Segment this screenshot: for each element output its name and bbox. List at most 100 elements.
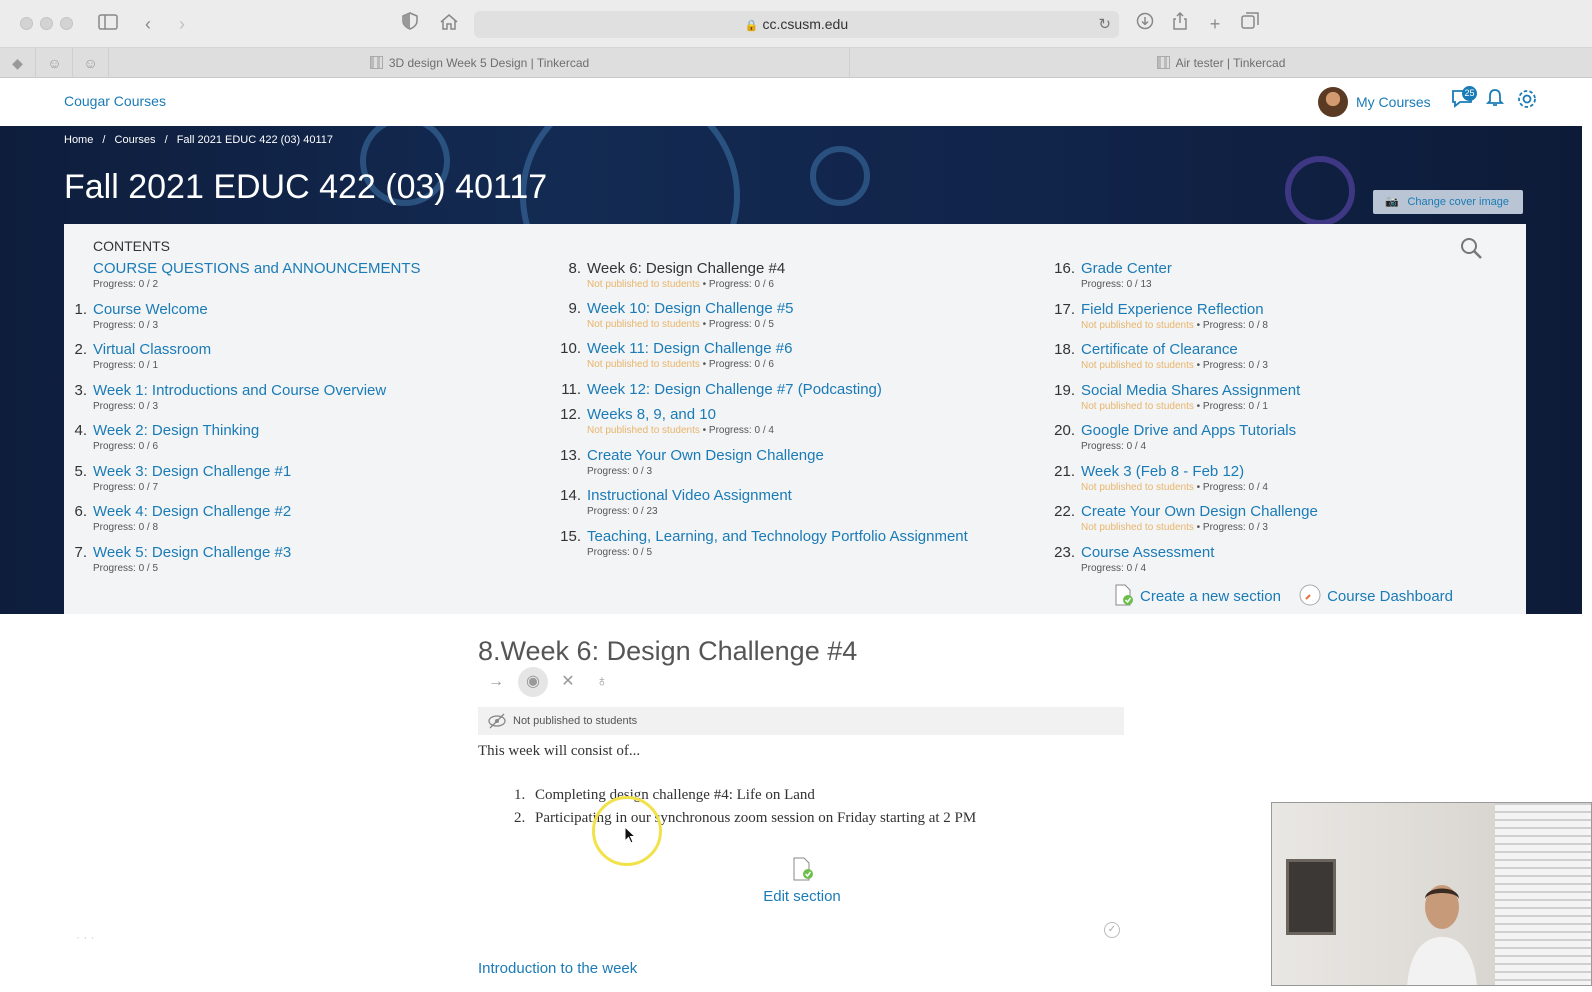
section-link[interactable]: Social Media Shares Assignment [1081, 382, 1541, 399]
progress-label: Progress: 0 / 5 [708, 319, 774, 330]
hidden-eye-icon[interactable]: ◉ [518, 667, 548, 697]
section-link[interactable]: Week 3 (Feb 8 - Feb 12) [1081, 463, 1541, 480]
section-meta: Progress: 0 / 23 [587, 506, 1047, 517]
webcam-overlay [1271, 802, 1592, 986]
breadcrumb-separator: / [102, 134, 106, 146]
section-number: 1. [74, 300, 87, 318]
section-meta: Progress: 0 / 8 [93, 522, 553, 533]
contents-entry: 12. Weeks 8, 9, and 10 Not published to st… [560, 406, 1047, 436]
minimize-window-button[interactable] [40, 17, 53, 30]
my-courses-link[interactable]: My Courses [1356, 94, 1431, 110]
search-icon[interactable] [1459, 236, 1485, 262]
contents-entry: 11. Week 12: Design Challenge #7 (Podcast… [561, 381, 1047, 398]
edit-section-label: Edit section [763, 888, 841, 905]
progress-label: Progress: 0 / 23 [587, 506, 658, 517]
section-link[interactable]: Create Your Own Design Challenge [587, 447, 1047, 464]
progress-label: Progress: 0 / 6 [93, 441, 159, 452]
contents-entry: 3. Week 1: Introductions and Course Overv… [74, 382, 553, 412]
forward-icon[interactable]: › [170, 12, 194, 36]
section-link[interactable]: Week 4: Design Challenge #2 [93, 503, 553, 520]
edit-section-button[interactable]: Edit section [762, 856, 842, 905]
create-section-label: Create a new section [1140, 588, 1281, 605]
section-link[interactable]: Week 2: Design Thinking [93, 422, 553, 439]
not-published-label: Not published to students [1081, 522, 1194, 533]
section-link[interactable]: Week 3: Design Challenge #1 [93, 463, 553, 480]
section-link[interactable]: Course Welcome [93, 301, 553, 318]
home-icon[interactable] [437, 12, 461, 36]
section-meta: Progress: 0 / 3 [93, 401, 553, 412]
change-cover-image-button[interactable]: 📷 Change cover image [1373, 190, 1523, 214]
site-brand-link[interactable]: Cougar Courses [64, 93, 166, 109]
section-link[interactable]: Google Drive and Apps Tutorials [1081, 422, 1541, 439]
course-dashboard-link[interactable]: Course Dashboard [1299, 584, 1453, 606]
contents-entry: 18. Certificate of Clearance Not published… [1054, 341, 1541, 371]
back-icon[interactable]: ‹ [136, 12, 160, 36]
create-section-link[interactable]: Create a new section [1112, 584, 1285, 606]
breadcrumb-course-link[interactable]: Fall 2021 EDUC 422 (03) 40117 [177, 134, 333, 146]
close-window-button[interactable] [20, 17, 33, 30]
section-link[interactable]: Field Experience Reflection [1081, 301, 1541, 318]
section-link[interactable]: Create Your Own Design Challenge [1081, 503, 1541, 520]
section-meta: Not published to students • Progress: 0 … [587, 319, 774, 330]
section-link[interactable]: Teaching, Learning, and Technology Portf… [587, 528, 1047, 545]
section-number: 6. [74, 503, 87, 520]
privacy-shield-icon[interactable] [398, 12, 422, 36]
tinkercad-icon [369, 56, 383, 69]
pinned-tab-bot-icon[interactable]: ☺ [73, 48, 109, 78]
share-icon[interactable] [1168, 11, 1192, 36]
tab-title: Air tester | Tinkercad [1175, 56, 1286, 70]
list-item: 1. Completing design challenge #4: Life o… [514, 787, 976, 804]
section-link[interactable]: Certificate of Clearance [1081, 341, 1541, 358]
section-link[interactable]: Grade Center [1081, 260, 1541, 277]
contents-entry: 14. Instructional Video Assignment Progres… [560, 487, 1047, 517]
progress-label: Progress: 0 / 6 [708, 279, 774, 290]
section-meta: Progress: 0 / 3 [93, 320, 553, 331]
contents-entry: 16. Grade Center Progress: 0 / 13 [1054, 260, 1541, 290]
address-bar[interactable]: 🔒 cc.csusm.edu ↻ [474, 11, 1119, 38]
not-published-label: Not published to students [1081, 481, 1194, 493]
reload-icon[interactable]: ↻ [1098, 11, 1111, 38]
breadcrumb-separator: / [164, 134, 168, 146]
section-link[interactable]: Virtual Classroom [93, 341, 553, 358]
not-published-label: Not published to students [1081, 360, 1194, 371]
settings-gear-icon[interactable] [1514, 88, 1540, 114]
not-published-label: Not published to students [587, 425, 700, 436]
section-link[interactable]: Instructional Video Assignment [587, 487, 1047, 504]
section-link[interactable]: Week 6: Design Challenge #4 [587, 260, 1047, 277]
sidebar-toggle-icon[interactable] [96, 12, 120, 36]
section-link[interactable]: Weeks 8, 9, and 10 [587, 406, 1047, 423]
pinned-tab-bot-icon[interactable]: ☺ [37, 48, 73, 78]
progress-label: Progress: 0 / 3 [93, 400, 159, 412]
section-link[interactable]: Week 1: Introductions and Course Overvie… [93, 382, 553, 399]
mouse-pointer-icon [624, 826, 637, 844]
notifications-bell-icon[interactable] [1482, 88, 1508, 114]
downloads-icon[interactable] [1133, 12, 1157, 36]
move-arrow-icon[interactable]: → [484, 670, 508, 694]
delete-x-icon[interactable]: ✕ [556, 670, 580, 694]
contents-entry: 5. Week 3: Design Challenge #1 Progress: 0… [74, 463, 553, 493]
url-text: cc.csusm.edu [762, 16, 849, 32]
new-tab-icon[interactable]: + [1203, 12, 1227, 36]
breadcrumb-courses-link[interactable]: Courses [115, 134, 156, 146]
pinned-tab-thingiverse-icon[interactable]: ◆ [0, 48, 36, 78]
highlight-bulb-icon[interactable]: ♁ [590, 670, 614, 694]
section-link[interactable]: COURSE QUESTIONS and ANNOUNCEMENTS [93, 260, 553, 277]
avatar[interactable] [1318, 87, 1348, 117]
activity-link-introduction[interactable]: Introduction to the week [478, 960, 637, 977]
tab-overview-icon[interactable] [1238, 12, 1262, 36]
completion-check-icon[interactable]: ✓ [1104, 922, 1120, 938]
hidden-eye-icon [488, 713, 506, 729]
zoom-window-button[interactable] [60, 17, 73, 30]
contents-entry: 1. Course Welcome Progress: 0 / 3 [74, 301, 553, 331]
section-link[interactable]: Week 10: Design Challenge #5 [587, 300, 1047, 317]
section-link[interactable]: Week 11: Design Challenge #6 [587, 340, 1047, 357]
contents-entry: 23. Course Assessment Progress: 0 / 4 [1054, 544, 1541, 574]
dashboard-gauge-icon [1299, 584, 1321, 606]
section-link[interactable]: Week 12: Design Challenge #7 (Podcasting… [587, 381, 1047, 398]
breadcrumb-home-link[interactable]: Home [64, 134, 93, 146]
section-link[interactable]: Week 5: Design Challenge #3 [93, 544, 553, 561]
tab-tinkercad-design[interactable]: 3D design Week 5 Design | Tinkercad [110, 48, 850, 78]
tab-tinkercad-air-tester[interactable]: Air tester | Tinkercad [850, 48, 1592, 78]
section-link[interactable]: Course Assessment [1081, 544, 1541, 561]
contents-entry: 15. Teaching, Learning, and Technology Po… [560, 528, 1047, 558]
